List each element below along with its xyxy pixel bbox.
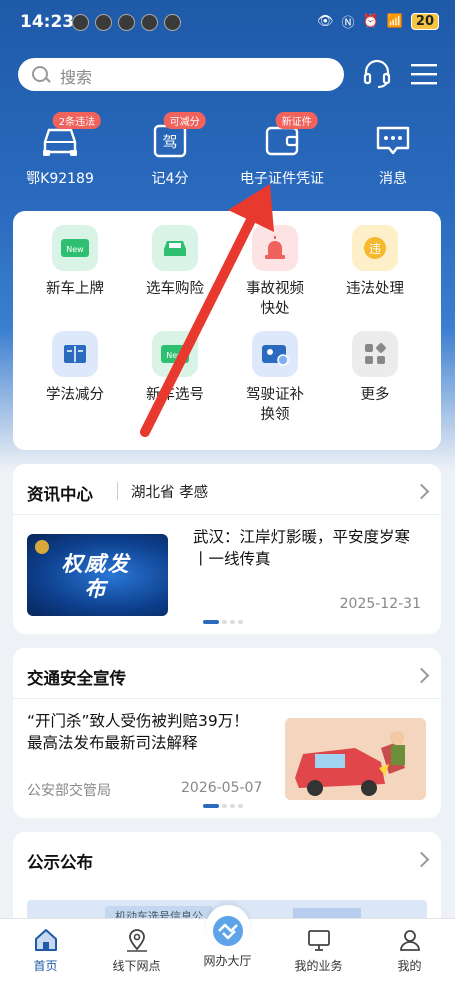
safety-source: 公安部交管局: [27, 783, 111, 799]
eye-icon: 👁: [317, 14, 334, 29]
id-card-icon: [252, 331, 298, 377]
tab-home[interactable]: 首页: [0, 919, 91, 974]
chevron-right-icon[interactable]: [413, 851, 430, 868]
monitor-icon: [307, 930, 330, 951]
new-plate-icon: New: [52, 225, 98, 271]
service-study-deduct-points[interactable]: 学法减分: [25, 331, 125, 405]
new-cert-badge: 新证件: [275, 112, 318, 129]
services-card: New 新车上牌 选车购险 事故视频快处 违 违法处理 学法减分 New 新车选…: [13, 211, 441, 450]
tab-offline-sites[interactable]: 线下网点: [91, 919, 182, 974]
service-violation-handling[interactable]: 违 违法处理: [325, 225, 425, 299]
chevron-right-icon[interactable]: [413, 483, 430, 500]
home-icon: [34, 929, 57, 951]
status-bar: 14:23 👁 Ⓝ ⏰ 📶 20: [0, 0, 455, 44]
news-date: 2025-12-31: [339, 596, 421, 612]
location-icon: [126, 929, 147, 952]
service-license-replace[interactable]: 驾驶证补换领: [225, 331, 325, 425]
status-right: 👁 Ⓝ ⏰ 📶 20: [317, 12, 439, 31]
handshake-icon: [212, 916, 243, 946]
news-region[interactable]: 湖北省 孝感: [131, 481, 208, 502]
battery-indicator: 20: [410, 13, 439, 30]
wifi-icon: 📶: [386, 14, 403, 29]
svg-text:New: New: [166, 351, 184, 360]
points-label: 记4分: [151, 171, 189, 187]
car-door-illustration: [285, 718, 426, 800]
quick-messages[interactable]: 消息: [343, 110, 443, 188]
search-placeholder: 搜索: [60, 68, 93, 87]
safety-headline[interactable]: “开门杀”致人受伤被判赔39万！最高法发布最新司法解释: [27, 710, 263, 754]
safety-date: 2026-05-07: [181, 780, 263, 796]
violation-icon: 违: [352, 225, 398, 271]
message-icon: [376, 126, 410, 155]
plate-select-icon: New: [152, 331, 198, 377]
quick-e-certificate[interactable]: 新证件 电子证件凭证: [232, 110, 332, 188]
tab-online-hall[interactable]: 网办大厅: [182, 905, 273, 969]
news-image-text: 权威发布: [61, 552, 131, 601]
alarm-light-icon: [252, 225, 298, 271]
notice-title: 公示公布: [27, 853, 93, 872]
news-headline[interactable]: 武汉：江岸灯影暖，平安度岁寒丨一线传真: [193, 526, 423, 570]
safety-image[interactable]: [285, 718, 426, 800]
plate-number: 鄂K92189: [26, 171, 94, 187]
handshake-button: [205, 905, 250, 949]
headset-icon[interactable]: [362, 58, 392, 94]
chevron-right-icon[interactable]: [413, 667, 430, 684]
service-new-car-plate[interactable]: New 新车上牌: [25, 225, 125, 299]
safety-title: 交通安全宣传: [27, 669, 126, 688]
news-image[interactable]: 权威发布: [27, 534, 168, 616]
points-badge: 可减分: [163, 112, 206, 129]
book-icon: [52, 331, 98, 377]
police-badge-icon: [35, 540, 49, 554]
violation-badge: 2条违法: [52, 112, 102, 129]
divider: [13, 698, 441, 699]
svg-text:驾: 驾: [162, 133, 177, 151]
svg-text:违: 违: [369, 242, 381, 256]
search-input[interactable]: 搜索: [18, 58, 344, 91]
news-card: 资讯中心 湖北省 孝感 权威发布 武汉：江岸灯影暖，平安度岁寒丨一线传真 202…: [13, 464, 441, 634]
service-plate-selection[interactable]: New 新车选号: [125, 331, 225, 405]
quick-vehicle[interactable]: 2条违法 鄂K92189: [10, 110, 110, 188]
safety-card: 交通安全宣传 “开门杀”致人受伤被判赔39万！最高法发布最新司法解释 公安部交管…: [13, 648, 441, 818]
service-buy-car-insurance[interactable]: 选车购险: [125, 225, 225, 299]
service-accident-video[interactable]: 事故视频快处: [225, 225, 325, 319]
notification-icons: [72, 14, 181, 31]
carousel-dots: [203, 804, 243, 808]
bottom-tab-bar: 首页 线下网点 网办大厅 我的业务 我的: [0, 905, 455, 982]
menu-icon[interactable]: [410, 58, 438, 94]
tab-mine[interactable]: 我的: [364, 919, 455, 974]
service-more[interactable]: 更多: [325, 331, 425, 405]
tab-my-business[interactable]: 我的业务: [273, 919, 364, 974]
car-purchase-icon: [152, 225, 198, 271]
divider: [13, 514, 441, 515]
carousel-dots: [203, 620, 243, 624]
quick-points[interactable]: 可减分 驾 记4分: [120, 110, 220, 188]
user-icon: [399, 930, 420, 951]
status-time: 14:23: [20, 12, 75, 32]
alarm-icon: ⏰: [362, 14, 379, 29]
nfc-icon: Ⓝ: [341, 16, 355, 31]
messages-label: 消息: [379, 171, 407, 187]
divider: [117, 482, 118, 500]
e-certificate-label: 电子证件凭证: [240, 171, 324, 187]
grid-icon: [352, 331, 398, 377]
search-icon: [32, 66, 48, 82]
news-title: 资讯中心: [27, 485, 93, 504]
svg-text:New: New: [66, 245, 84, 254]
